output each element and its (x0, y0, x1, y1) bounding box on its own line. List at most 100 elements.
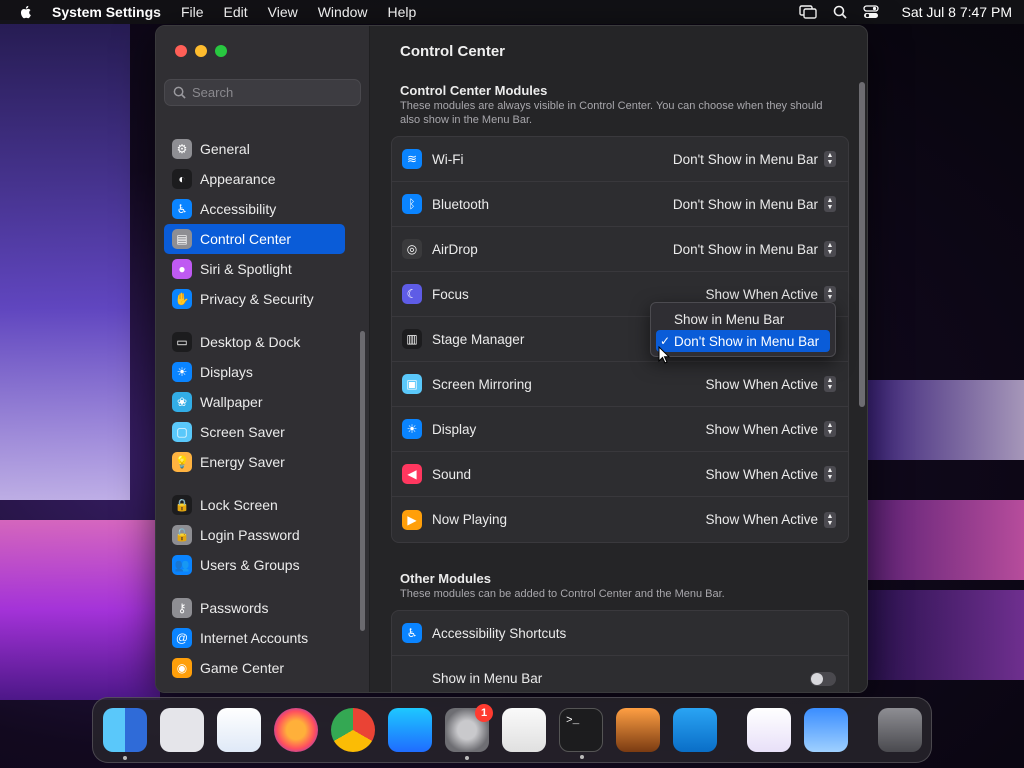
sidebar-item-displays[interactable]: ☀ Displays (164, 357, 362, 387)
popup-chevron-icon[interactable]: ▲ ▼ (824, 241, 836, 257)
spotlight-search-icon[interactable] (833, 5, 848, 19)
sidebar-scrollbar[interactable] (360, 331, 365, 631)
module-visibility-value[interactable]: Show When Active (705, 467, 818, 482)
at-icon: @ (172, 628, 192, 648)
search-input[interactable] (192, 85, 352, 100)
firefox-icon[interactable] (274, 708, 318, 752)
module-visibility-value[interactable]: Show When Active (705, 422, 818, 437)
menu-file[interactable]: File (181, 4, 204, 20)
other-modules-card: ♿ Accessibility Shortcuts Show in Menu Bar (391, 610, 849, 692)
bulb-icon: 💡 (172, 452, 192, 472)
moon-icon: ☾ (402, 284, 422, 304)
textedit-icon[interactable] (502, 708, 546, 752)
popup-chevron-icon[interactable]: ▲ ▼ (824, 511, 836, 528)
running-indicator (123, 756, 127, 760)
module-visibility-value[interactable]: Show When Active (705, 287, 818, 302)
module-visibility-value[interactable]: Show When Active (705, 512, 818, 527)
sidebar-item-accessibility[interactable]: ♿ Accessibility (164, 194, 362, 224)
module-visibility-value[interactable]: Don't Show in Menu Bar (673, 197, 818, 212)
sidebar-item-wallpaper[interactable]: ❀ Wallpaper (164, 387, 362, 417)
popup-chevron-icon[interactable]: ▲ ▼ (824, 196, 836, 212)
stage-manager-icon: ▥ (402, 329, 422, 349)
sidebar-item-internet-accounts[interactable]: @ Internet Accounts (164, 623, 362, 653)
menu-bar-clock[interactable]: Sat Jul 8 7:47 PM (901, 4, 1012, 20)
sidebar-item-appearance[interactable]: ◐ Appearance (164, 164, 362, 194)
accessibility-icon: ♿ (172, 199, 192, 219)
accessibility-icon: ♿ (402, 623, 422, 643)
close-button[interactable] (175, 45, 187, 57)
show-in-menu-bar-toggle[interactable] (810, 671, 836, 686)
sidebar-item-privacy-security[interactable]: ✋ Privacy & Security (164, 284, 362, 314)
app-store-icon[interactable] (388, 708, 432, 752)
screen-mirroring-icon: ▣ (402, 374, 422, 394)
sidebar-item-users-groups[interactable]: 👥 Users & Groups (164, 550, 362, 580)
sidebar-item-login-password[interactable]: 🔓 Login Password (164, 520, 362, 550)
sun-icon: ☀ (402, 419, 422, 439)
system-settings-icon[interactable]: 1 (445, 704, 493, 760)
trash-icon[interactable] (878, 708, 922, 752)
sidebar-item-energy-saver[interactable]: 💡 Energy Saver (164, 447, 362, 477)
sidebar-search[interactable] (164, 79, 361, 106)
module-visibility-value[interactable]: Show When Active (705, 377, 818, 392)
terminal-icon[interactable]: >_ (559, 708, 603, 759)
other-section-heading: Other Modules (400, 571, 492, 586)
chrome-icon[interactable] (331, 708, 375, 752)
sidebar-item-control-center[interactable]: ▤ Control Center (164, 224, 345, 254)
module-row-accessibility-shortcuts: ♿ Accessibility Shortcuts (392, 611, 848, 656)
menu-edit[interactable]: Edit (224, 4, 248, 20)
menu-window[interactable]: Window (318, 4, 368, 20)
module-label: Wi-Fi (432, 151, 464, 167)
module-visibility-value[interactable]: Don't Show in Menu Bar (673, 242, 818, 257)
vscode-icon[interactable] (673, 708, 717, 752)
sidebar-item-label: Desktop & Dock (200, 334, 301, 350)
popup-option-label: Show in Menu Bar (674, 311, 785, 327)
sidebar-item-game-center[interactable]: ◉ Game Center (164, 653, 362, 683)
modules-section-description: These modules are always visible in Cont… (400, 100, 823, 126)
popup-option-label: Don't Show in Menu Bar (674, 333, 820, 349)
sidebar-item-desktop-dock[interactable]: ▭ Desktop & Dock (164, 327, 362, 357)
window-controls (175, 45, 227, 57)
sidebar-item-label: Login Password (200, 527, 300, 543)
module-row-display: ☀ Display Show When Active ▲ ▼ (392, 407, 848, 452)
module-label: Sound (432, 466, 472, 482)
sidebar-item-passwords[interactable]: ⚷ Passwords (164, 593, 362, 623)
popup-chevron-icon[interactable]: ▲ ▼ (824, 421, 836, 437)
sidebar-item-siri-spotlight[interactable]: ● Siri & Spotlight (164, 254, 362, 284)
sidebar-item-label: Accessibility (200, 201, 277, 217)
apple-icon[interactable] (18, 4, 34, 20)
popup-chevron-icon[interactable]: ▲ ▼ (824, 466, 836, 482)
sidebar-item-label: Internet Accounts (200, 630, 309, 646)
main-scrollbar[interactable] (859, 82, 865, 407)
screen-mirroring-status-icon[interactable] (799, 5, 818, 19)
popup-chevron-icon[interactable]: ▲ ▼ (824, 151, 836, 167)
notification-badge: 1 (475, 704, 493, 722)
sidebar-item-lock-screen[interactable]: 🔒 Lock Screen (164, 490, 362, 520)
screen-saver-icon: ▢ (172, 422, 192, 442)
minimize-button[interactable] (195, 45, 207, 57)
zoom-button[interactable] (215, 45, 227, 57)
menu-view[interactable]: View (268, 4, 298, 20)
launchpad-icon[interactable] (160, 708, 204, 752)
running-indicator (465, 756, 469, 760)
sidebar-item-screen-saver[interactable]: ▢ Screen Saver (164, 417, 362, 447)
garageband-icon[interactable] (616, 708, 660, 752)
sidebar-item-label: Privacy & Security (200, 291, 314, 307)
sidebar-item-general[interactable]: ⚙ General (164, 134, 362, 164)
safari-icon[interactable] (217, 708, 261, 752)
bluetooth-icon: ᛒ (402, 194, 422, 214)
game-center-icon: ◉ (172, 658, 192, 678)
module-visibility-value[interactable]: Don't Show in Menu Bar (673, 152, 818, 167)
popup-chevron-icon[interactable]: ▲ ▼ (824, 286, 836, 302)
control-center-status-icon[interactable] (863, 5, 880, 19)
popup-option-dont-show-in-menu-bar[interactable]: ✓ Don't Show in Menu Bar (656, 330, 830, 352)
module-row-airdrop: ◎ AirDrop Don't Show in Menu Bar ▲ ▼ (392, 227, 848, 272)
weather-icon[interactable] (804, 708, 848, 752)
module-label: Show in Menu Bar (432, 671, 543, 686)
speaker-icon: ◀ (402, 464, 422, 484)
menu-help[interactable]: Help (388, 4, 417, 20)
visual-studio-icon[interactable] (747, 708, 791, 752)
app-menu-name[interactable]: System Settings (52, 4, 161, 20)
popup-chevron-icon[interactable]: ▲ ▼ (824, 376, 836, 392)
finder-icon[interactable] (103, 708, 147, 760)
popup-option-show-in-menu-bar[interactable]: Show in Menu Bar (656, 308, 830, 330)
